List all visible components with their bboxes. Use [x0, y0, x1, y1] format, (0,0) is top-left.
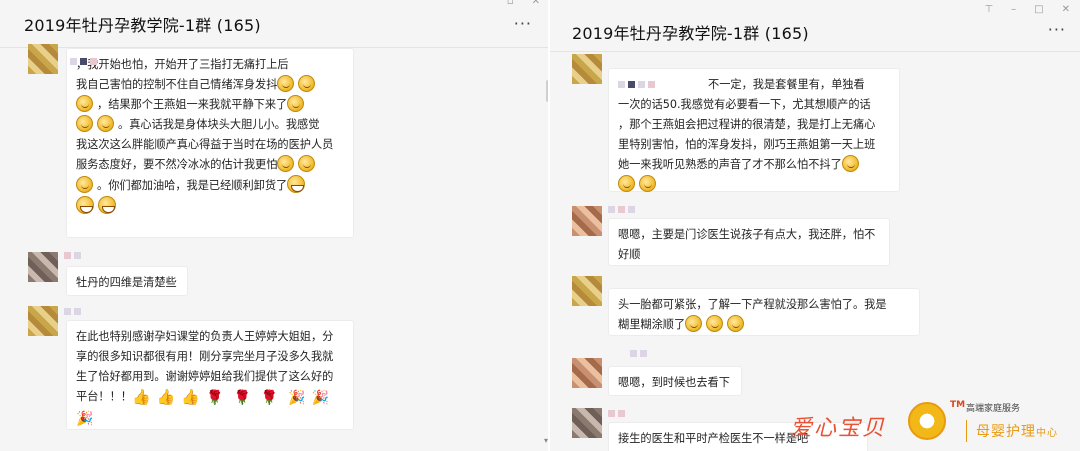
scroll-down-arrow-icon[interactable]: ▾ — [544, 436, 548, 445]
avatar[interactable] — [572, 276, 602, 306]
message-line: 。真心话我是身体块头大胆儿小。我感觉 — [118, 118, 320, 131]
message-line: 好顺 — [618, 248, 641, 261]
message-line: 嗯嗯，主要是门诊医生说孩子有点大，我还胖，怕不 — [618, 228, 876, 241]
rose-icon: 🌹 — [260, 390, 279, 406]
scrollbar-thumb[interactable] — [546, 80, 548, 102]
grin-emoji-icon — [98, 196, 116, 214]
rose-icon: 🌹 — [233, 390, 251, 406]
message-line: 我自己害怕的控制不住自己情绪浑身发抖 — [76, 78, 278, 91]
chat-header: 2019年牡丹孕教学院-1群 (165) ··· ‾ ▫ ✕ — [0, 0, 548, 48]
message-line: 糊里糊涂顺了 — [618, 318, 686, 331]
facepalm-emoji-icon — [639, 175, 656, 192]
facepalm-emoji-icon — [706, 315, 724, 332]
thumbs-up-icon: 👍 — [131, 388, 151, 406]
party-popper-icon: 🎉 — [288, 390, 306, 406]
message-line: 不一定，我是套餐里有，单独看 — [708, 78, 865, 91]
thumbs-up-icon: 👍 — [181, 388, 201, 406]
sender-name — [64, 306, 81, 316]
message-bubble: 在此也特别感谢孕妇课堂的负责人王婷婷大姐姐，分 享的很多知识都很有用！刚分享完坐… — [66, 320, 354, 430]
message-line: 生了恰好都用到。谢谢婷婷姐给我们提供了这么好的 — [76, 370, 334, 383]
facepalm-emoji-icon — [727, 315, 745, 332]
facepalm-emoji-icon — [277, 75, 295, 92]
message-bubble: 头一胎都可紧张，了解一下产程就没那么害怕了。我是 糊里糊涂顺了 — [608, 288, 920, 336]
facepalm-emoji-icon — [97, 115, 114, 132]
facepalm-emoji-icon — [618, 175, 635, 192]
chat-header: 2019年牡丹孕教学院-1群 (165) ··· ⊤ – □ ✕ — [550, 0, 1080, 52]
facepalm-emoji-icon — [685, 315, 703, 332]
sender-name — [608, 204, 635, 214]
message-bubble: 嗯嗯，到时候也去看下 — [608, 366, 742, 396]
chat-window-left: 2019年牡丹孕教学院-1群 (165) ··· ‾ ▫ ✕ ，我开始也怕，开始… — [0, 0, 548, 451]
avatar[interactable] — [28, 306, 58, 336]
message-line: ，我开始也怕，开始开了三指打无痛打上后 — [76, 58, 289, 71]
chat-title: 2019年牡丹孕教学院-1群 (165) — [24, 16, 261, 35]
thumbs-up-icon: 👍 — [156, 388, 176, 406]
message-line: ，那个王燕姐会把过程讲的很清楚，我是打上无痛心 — [618, 118, 876, 131]
party-popper-icon: 🎉 — [76, 411, 94, 427]
minimize-button[interactable]: – — [1011, 4, 1016, 15]
sender-name — [608, 408, 625, 418]
message-line: 一次的话50.我感觉有必要看一下，尤其想顺产的话 — [618, 98, 871, 111]
message-text: 嗯嗯，到时候也去看下 — [618, 376, 730, 389]
maximize-button[interactable]: ▫ — [507, 0, 514, 7]
message-line: 我这次这么胖能顺产真心得益于当时在场的医护人员 — [76, 138, 334, 151]
sender-name — [70, 56, 97, 66]
message-line: 在此也特别感谢孕妇课堂的负责人王婷婷大姐姐，分 — [76, 330, 334, 343]
message-bubble: ，我开始也怕，开始开了三指打无痛打上后 我自己害怕的控制不住自己情绪浑身发抖 ，… — [66, 48, 354, 238]
message-line: 服务态度好，要不然冷冰冰的估计我更怕 — [76, 158, 278, 171]
facepalm-emoji-icon — [841, 155, 859, 172]
message-line: 。你们都加油哈，我是已经顺利卸货了 — [97, 179, 288, 192]
facepalm-emoji-icon — [298, 155, 316, 172]
facepalm-emoji-icon — [298, 75, 316, 92]
watermark-text: 爱心宝贝 — [790, 416, 887, 441]
avatar[interactable] — [572, 358, 602, 388]
avatar[interactable] — [572, 54, 602, 84]
window-controls: ‾ ▫ ✕ — [484, 0, 540, 7]
sender-name — [64, 250, 81, 260]
facepalm-emoji-icon — [287, 95, 305, 112]
message-text: 牡丹的四维是清楚些 — [76, 276, 177, 289]
chat-title: 2019年牡丹孕教学院-1群 (165) — [572, 24, 809, 43]
sender-name — [630, 348, 647, 358]
message-bubble: 不一定，我是套餐里有，单独看 一次的话50.我感觉有必要看一下，尤其想顺产的话 … — [608, 68, 900, 192]
message-bubble: 嗯嗯，主要是门诊医生说孩子有点大，我还胖，怕不 好顺 — [608, 218, 890, 266]
message-line: ，结果那个王燕姐一来我就平静下来了 — [97, 98, 288, 111]
divider — [966, 420, 967, 442]
avatar[interactable] — [28, 252, 58, 282]
message-line: 头一胎都可紧张，了解一下产程就没那么害怕了。我是 — [618, 298, 887, 311]
avatar[interactable] — [572, 408, 602, 438]
message-bubble: 牡丹的四维是清楚些 — [66, 266, 188, 296]
close-button[interactable]: ✕ — [1062, 4, 1070, 15]
party-popper-icon: 🎉 — [311, 390, 330, 406]
facepalm-emoji-icon — [277, 155, 295, 172]
more-options-button[interactable]: ··· — [1048, 20, 1066, 39]
grin-emoji-icon — [287, 175, 306, 193]
trademark-label: TM — [950, 400, 966, 410]
facepalm-emoji-icon — [76, 115, 93, 132]
facepalm-emoji-icon — [76, 95, 93, 112]
avatar[interactable] — [572, 206, 602, 236]
chat-window-right: 2019年牡丹孕教学院-1群 (165) ··· ⊤ – □ ✕ 不一定，我是套… — [550, 0, 1080, 451]
more-options-button[interactable]: ··· — [514, 14, 532, 33]
window-controls: ⊤ – □ ✕ — [984, 4, 1070, 15]
message-line: 她一来我听见熟悉的声音了才不那么怕不抖了 — [618, 158, 842, 171]
message-line: 享的很多知识都很有用！刚分享完坐月子没多久我就 — [76, 350, 334, 363]
avatar[interactable] — [28, 44, 58, 74]
message-line: 里特别害怕，怕的浑身发抖，刚巧王燕姐第一天上班 — [618, 138, 876, 151]
minimize-button[interactable]: ‾ — [484, 0, 489, 7]
message-line: 平台！！！ — [76, 390, 132, 403]
grin-emoji-icon — [76, 196, 94, 214]
service-label: 高端家庭服务 — [966, 404, 1021, 414]
sun-logo-icon — [908, 402, 946, 440]
facepalm-emoji-icon — [76, 176, 93, 193]
close-button[interactable]: ✕ — [532, 0, 540, 7]
pin-button[interactable]: ⊤ — [984, 4, 993, 15]
rose-icon: 🌹 — [206, 390, 224, 406]
maximize-button[interactable]: □ — [1034, 4, 1043, 15]
brand-watermark: 爱心宝贝 TM 高端家庭服务 母婴护理中心 — [790, 398, 1080, 451]
brand-label: 母婴护理中心 — [976, 424, 1058, 440]
